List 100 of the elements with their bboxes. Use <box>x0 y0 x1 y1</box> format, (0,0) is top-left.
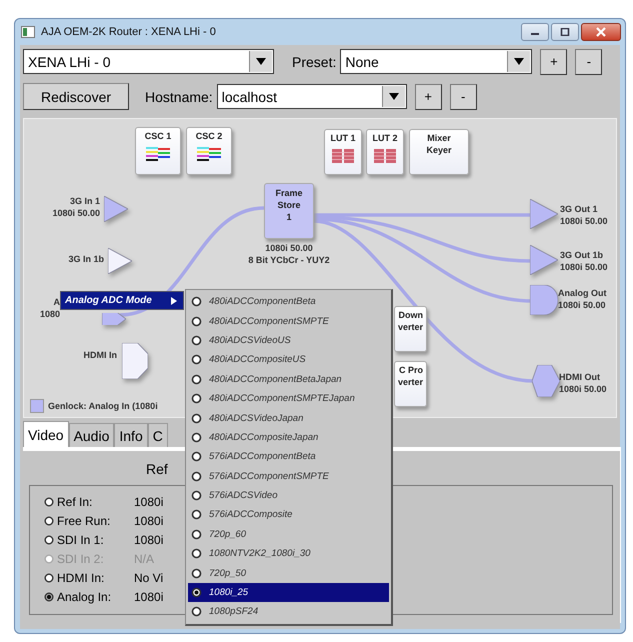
dropdown-arrow-icon <box>256 58 266 65</box>
radio-icon <box>191 587 202 598</box>
input-format: 1080i <box>134 514 164 528</box>
radio-option[interactable]: Free Run: <box>44 514 134 528</box>
menu-item[interactable]: Analog ADC Mode <box>60 291 184 310</box>
radio-icon[interactable] <box>44 534 54 544</box>
output-port[interactable] <box>530 245 558 275</box>
lut-block[interactable]: LUT 2 <box>366 129 404 175</box>
radio-icon <box>191 316 202 327</box>
radio-option[interactable]: Ref In: <box>44 494 134 508</box>
input-port[interactable] <box>104 196 128 222</box>
node-label: Keyer <box>426 144 452 156</box>
converter-block[interactable]: C Pro verter <box>394 361 427 407</box>
input-format: 1080i <box>134 590 164 604</box>
node-label: Mixer <box>427 132 451 144</box>
radio-icon <box>191 490 202 502</box>
menu-item[interactable]: 480iADCCompositeJapan <box>188 428 389 448</box>
node-caption: 8 Bit YCbCr - YUY2 <box>248 254 330 266</box>
radio-icon <box>191 393 202 404</box>
input-format: 1080i <box>134 494 164 508</box>
node-label: Frame <box>275 187 302 199</box>
tab[interactable]: Video <box>23 421 69 447</box>
menu-item[interactable]: 480iADCComponentBeta <box>188 292 389 312</box>
radio-icon <box>191 374 202 385</box>
rediscover-button[interactable]: Rediscover <box>23 83 129 110</box>
csc-block[interactable]: CSC 2 <box>186 127 232 175</box>
menu-item[interactable]: 720p_60 <box>188 524 389 544</box>
radio-icon[interactable] <box>44 516 54 526</box>
color-bars-icon <box>146 147 170 163</box>
node-label: LUT 1 <box>330 132 356 144</box>
node-label: 1 <box>286 211 292 223</box>
menu-item[interactable]: 576iADCComposite <box>188 505 389 525</box>
add-preset-button[interactable]: + <box>540 48 568 74</box>
tab[interactable]: Audio <box>68 423 114 447</box>
remove-preset-button[interactable]: - <box>575 48 602 74</box>
close-button[interactable] <box>581 23 621 41</box>
radio-option[interactable]: HDMI In: <box>44 570 134 584</box>
frame-store-block[interactable]: Frame Store 1 <box>264 183 314 239</box>
radio-option[interactable]: Analog In: <box>44 590 134 604</box>
maximize-button[interactable] <box>551 23 579 41</box>
radio-option[interactable]: SDI In 1: <box>44 532 134 546</box>
radio-icon[interactable] <box>44 572 54 582</box>
node-label: C Pro <box>398 364 423 376</box>
app-icon <box>21 26 35 38</box>
menu-item[interactable]: 480iADCSVideoUS <box>188 330 389 350</box>
radio-icon <box>191 606 202 618</box>
remove-host-button[interactable]: - <box>450 84 477 110</box>
submenu-arrow-icon <box>171 296 177 304</box>
menu-item[interactable]: 480iADCComponentSMPTE <box>188 311 389 331</box>
port-label: 1080i 50.00 <box>558 299 606 311</box>
radio-icon <box>191 568 202 579</box>
port-label: 3G In 1b <box>68 253 104 265</box>
input-port[interactable] <box>108 248 132 274</box>
port-label: 1080i 50.00 <box>52 207 100 219</box>
minimize-button[interactable] <box>521 23 549 41</box>
radio-icon[interactable] <box>44 496 54 506</box>
output-port[interactable] <box>532 365 560 397</box>
port-label: 1080 <box>40 308 60 320</box>
node-label: CSC 1 <box>144 130 172 142</box>
menu-item[interactable]: 480iADCComponentBetaJapan <box>188 370 389 389</box>
radio-icon <box>191 451 202 462</box>
hostname-dropdown[interactable]: localhost <box>216 84 407 109</box>
menu-item[interactable]: 1080NTV2K2_1080i_30 <box>188 544 389 564</box>
genlock-swatch-icon <box>30 399 44 413</box>
port-label: 1080i 50.00 <box>560 261 608 273</box>
menu-item[interactable]: 1080pSF24 <box>188 602 389 622</box>
menu-item[interactable]: 480iADCComponentSMPTEJapan <box>188 388 389 408</box>
menu-item[interactable]: 576iADCSVideo <box>188 486 389 506</box>
menu-item[interactable]: 480iADCCompositeUS <box>188 350 389 370</box>
tab[interactable]: Info <box>114 423 148 447</box>
input-format: 1080i <box>134 532 164 546</box>
radio-icon <box>191 548 202 560</box>
menu-item[interactable]: 1080i_25 <box>188 582 389 602</box>
radio-icon <box>191 509 202 520</box>
tab[interactable]: C <box>148 423 168 447</box>
csc-block[interactable]: CSC 1 <box>135 127 181 175</box>
input-port[interactable] <box>102 313 126 325</box>
radio-icon[interactable] <box>44 592 54 602</box>
add-host-button[interactable]: + <box>414 84 442 110</box>
menu-item[interactable]: 480iADCSVideoJapan <box>188 408 389 428</box>
input-port[interactable] <box>122 343 148 379</box>
preset-dropdown[interactable]: None <box>340 49 532 74</box>
output-port[interactable] <box>530 285 558 315</box>
radio-icon <box>191 354 202 366</box>
converter-block[interactable]: Down verter <box>394 306 427 352</box>
color-bars-icon <box>197 147 221 163</box>
lut-block[interactable]: LUT 1 <box>324 129 362 175</box>
mixer-block[interactable]: Mixer Keyer <box>409 129 469 175</box>
input-format: N/A <box>134 552 154 566</box>
node-label: Down <box>398 309 423 321</box>
port-label: A <box>52 296 60 308</box>
menu-item[interactable]: 720p_50 <box>188 563 389 583</box>
device-dropdown[interactable]: XENA LHi - 0 <box>23 49 274 74</box>
menu-item[interactable]: 576iADCComponentSMPTE <box>188 466 389 486</box>
radio-icon <box>191 296 202 308</box>
port-label: Analog Out <box>558 287 606 299</box>
output-port[interactable] <box>530 199 558 229</box>
port-label: HDMI In <box>84 349 117 361</box>
grid-icon <box>374 149 396 163</box>
menu-item[interactable]: 576iADCComponentBeta <box>188 447 389 467</box>
